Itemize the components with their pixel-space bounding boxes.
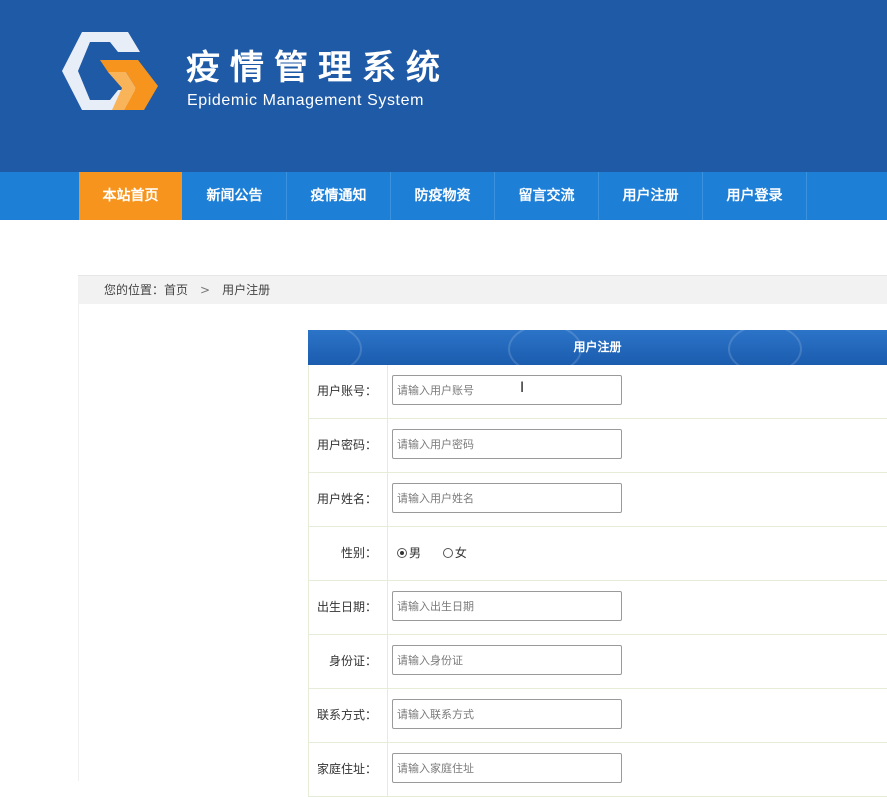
nav-item-register[interactable]: 用户注册 [599,172,703,220]
name-input[interactable] [392,483,622,513]
form-row-id-card: 身份证： [308,635,887,689]
site-title: 疫情管理系统 [186,48,450,88]
nav-item-login[interactable]: 用户登录 [703,172,807,220]
birthdate-label: 出生日期： [316,600,377,614]
gender-male-radio[interactable] [397,548,407,558]
site-header: 疫情管理系统 Epidemic Management System [0,0,887,172]
address-label: 家庭住址： [316,762,377,776]
form-row-contact: 联系方式： [308,689,887,743]
nav-item-supplies[interactable]: 防疫物资 [391,172,495,220]
birthdate-input[interactable] [392,591,622,621]
form-row-address: 家庭住址： [308,743,887,797]
account-input[interactable] [392,375,622,405]
gender-male-label[interactable]: 男 [409,546,421,560]
main-nav: 本站首页 新闻公告 疫情通知 防疫物资 留言交流 用户注册 用户登录 [0,172,887,220]
text-cursor-icon: I [520,380,525,396]
contact-label: 联系方式： [316,708,377,722]
name-label: 用户姓名： [316,492,377,506]
form-row-password: 用户密码： [308,419,887,473]
id-card-label: 身份证： [328,654,377,668]
breadcrumb: 您的位置：首页 > 用户注册 [78,275,887,305]
nav-item-home[interactable]: 本站首页 [79,172,182,220]
nav-item-news[interactable]: 新闻公告 [183,172,287,220]
nav-item-epidemic-notice[interactable]: 疫情通知 [287,172,391,220]
id-card-input[interactable] [392,645,622,675]
registration-form: 用户注册 用户账号： 用户密码： 用户姓名： 性别： 男 女 出生日期： 身份证… [308,330,887,797]
contact-input[interactable] [392,699,622,729]
address-input[interactable] [392,753,622,783]
form-header: 用户注册 [308,330,887,365]
form-row-gender: 性别： 男 女 [308,527,887,581]
breadcrumb-separator: > [200,283,211,297]
form-row-birthdate: 出生日期： [308,581,887,635]
password-input[interactable] [392,429,622,459]
breadcrumb-current: 用户注册 [222,283,271,297]
logo-icon [62,32,158,110]
site-subtitle: Epidemic Management System [187,92,425,109]
gender-female-label[interactable]: 女 [455,546,467,560]
form-row-name: 用户姓名： [308,473,887,527]
gender-female-radio[interactable] [442,548,453,558]
gender-label: 性别： [340,546,377,560]
account-label: 用户账号： [316,384,377,398]
password-label: 用户密码： [316,438,377,452]
form-row-account: 用户账号： [308,365,887,419]
breadcrumb-home-link[interactable]: 首页 [164,276,188,305]
breadcrumb-prefix: 您的位置： [104,283,165,297]
nav-item-messages[interactable]: 留言交流 [495,172,599,220]
gender-radio-group: 男 女 [397,527,485,580]
